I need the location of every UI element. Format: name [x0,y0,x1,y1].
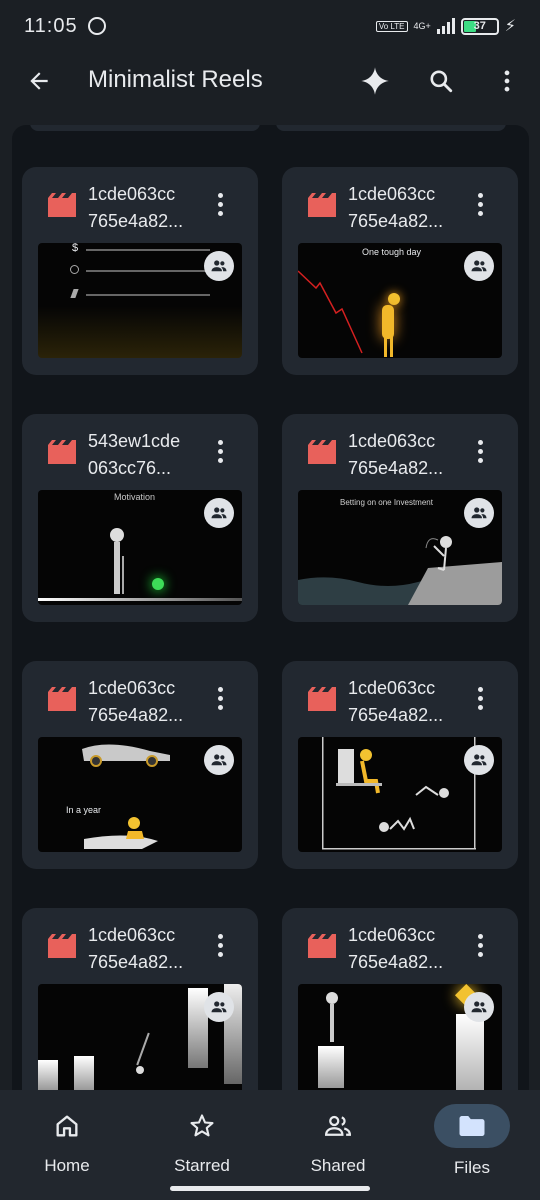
page-title: Minimalist Reels [88,66,263,93]
volte-badge: Vo LTE [375,20,408,32]
file-card[interactable]: 1cde063cc 765e4a82... One tough day [282,167,518,375]
file-name: 543ew1cde 063cc76... [88,431,181,478]
file-card[interactable]: 1cde063cc 765e4a82... [282,661,518,869]
status-indicators: Vo LTE 4G+ 37 ⚡ [375,16,516,36]
people-icon [204,251,234,281]
thumbnail-caption: In a year [66,805,102,815]
bottom-navigation: Home Starred Shared Files [0,1090,540,1200]
video-file-icon [48,687,76,711]
video-thumbnail[interactable] [298,984,502,1090]
folder-icon [434,1104,510,1148]
more-vertical-icon[interactable] [208,436,232,466]
people-icon [302,1106,374,1146]
nav-label: Starred [174,1156,230,1175]
nav-files[interactable]: Files [417,1100,527,1180]
nav-label: Shared [310,1156,366,1175]
more-vertical-icon[interactable] [468,683,492,713]
people-icon [464,745,494,775]
arrow-left-icon[interactable] [22,64,56,98]
home-icon [31,1106,103,1146]
star-icon [166,1106,238,1146]
people-icon [204,498,234,528]
file-name: 1cde063cc 765e4a82... [88,184,184,231]
status-time: 11:05 [24,14,78,37]
network-type: 4G+ [413,20,431,31]
app-bar: Minimalist Reels [0,52,540,110]
people-icon [464,992,494,1022]
more-vertical-icon[interactable] [208,930,232,960]
file-name: 1cde063cc 765e4a82... [348,431,444,478]
file-name: 1cde063cc 765e4a82... [88,678,184,725]
nav-label: Files [454,1158,490,1177]
search-icon[interactable] [424,64,458,98]
nav-starred[interactable]: Starred [147,1100,257,1180]
people-icon [204,992,234,1022]
more-vertical-icon[interactable] [468,436,492,466]
video-thumbnail[interactable]: $ [38,243,242,358]
file-name: 1cde063cc 765e4a82... [348,925,444,972]
file-card[interactable]: 1cde063cc 765e4a82... In a year [22,661,258,869]
video-thumbnail[interactable]: Motivation [38,490,242,605]
people-icon [464,251,494,281]
more-vertical-icon[interactable] [468,189,492,219]
previous-cards-edge [30,125,506,131]
status-bar: 11:05 Vo LTE 4G+ 37 ⚡ [0,0,540,52]
charging-icon: ⚡ [504,18,516,35]
whatsapp-icon [87,17,106,35]
file-card[interactable]: 1cde063cc 765e4a82... [22,908,258,1090]
video-thumbnail[interactable]: In a year [38,737,242,852]
more-vertical-icon[interactable] [490,64,524,98]
people-icon [204,745,234,775]
file-name: 1cde063cc 765e4a82... [88,925,184,972]
video-thumbnail[interactable] [38,984,242,1090]
nav-shared[interactable]: Shared [283,1100,393,1180]
files-grid[interactable]: 1cde063cc 765e4a82... $ 1cde063cc 765e4a82… [12,125,529,1090]
video-file-icon [308,440,336,464]
file-name: 1cde063cc 765e4a82... [348,184,444,231]
nav-label: Home [44,1156,90,1175]
gesture-bar[interactable] [170,1186,370,1191]
file-card[interactable]: 1cde063cc 765e4a82... $ [22,167,258,375]
more-vertical-icon[interactable] [208,683,232,713]
file-card[interactable]: 1cde063cc 765e4a82... [282,908,518,1090]
file-card[interactable]: 543ew1cde 063cc76... Motivation [22,414,258,622]
dollar-symbol: $ [72,243,79,254]
more-vertical-icon[interactable] [468,930,492,960]
file-card[interactable]: 1cde063cc 765e4a82... Betting on one Inve… [282,414,518,622]
battery-level: 37 [473,20,486,32]
video-thumbnail[interactable]: Betting on one Investment [298,490,502,605]
battery-icon: 37 [460,17,499,35]
signal-icon [436,18,455,34]
video-thumbnail[interactable] [298,737,502,852]
more-vertical-icon[interactable] [208,189,232,219]
nav-home[interactable]: Home [12,1100,122,1180]
thumbnail-caption: Motivation [114,492,156,502]
video-file-icon [48,934,76,958]
file-name: 1cde063cc 765e4a82... [348,678,444,725]
sparkle-icon[interactable] [358,64,392,98]
video-file-icon [308,687,336,711]
video-file-icon [308,193,336,217]
video-file-icon [48,440,76,464]
video-thumbnail[interactable]: One tough day [298,243,502,358]
video-file-icon [48,193,76,217]
video-file-icon [308,934,336,958]
people-icon [464,498,494,528]
